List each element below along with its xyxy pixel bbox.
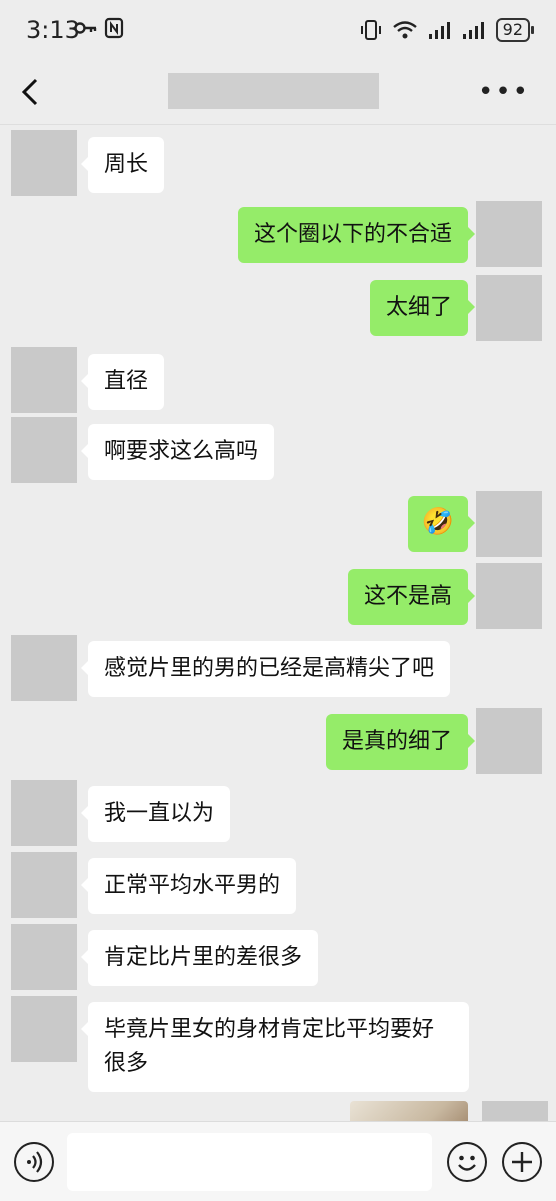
key-icon — [74, 22, 97, 34]
message-bubble-incoming[interactable]: 我一直以为 — [80, 786, 231, 842]
nfc-icon — [104, 17, 124, 39]
message-bubble-outgoing[interactable]: 🤣 — [407, 496, 476, 552]
message-bubble-outgoing[interactable]: 太细了 — [369, 280, 476, 336]
chat-header: ••• — [0, 62, 556, 125]
message-bubble-outgoing[interactable]: 这不是高 — [347, 569, 476, 625]
status-bar: 3:13 92 — [0, 0, 556, 62]
contact-avatar[interactable] — [11, 996, 77, 1062]
rofl-emoji-icon: 🤣 — [421, 507, 454, 537]
message-bubble-incoming[interactable]: 肯定比片里的差很多 — [80, 930, 319, 986]
vibrate-icon — [360, 20, 381, 40]
message-bubble-incoming[interactable]: 感觉片里的男的已经是高精尖了吧 — [80, 641, 451, 697]
voice-icon[interactable] — [14, 1142, 54, 1182]
contact-avatar[interactable] — [11, 130, 77, 196]
message-bubble-outgoing[interactable]: 这个圈以下的不合适 — [237, 207, 476, 263]
emoji-icon[interactable] — [447, 1142, 487, 1182]
message-bubble-incoming[interactable]: 周长 — [80, 137, 165, 193]
contact-avatar[interactable] — [11, 417, 77, 483]
status-time: 3:13 — [26, 16, 80, 44]
contact-avatar[interactable] — [11, 852, 77, 918]
contact-avatar[interactable] — [11, 780, 77, 846]
message-bubble-outgoing[interactable]: 是真的细了 — [325, 714, 476, 770]
my-avatar[interactable] — [476, 275, 542, 341]
chevron-left-icon[interactable] — [16, 74, 46, 110]
my-avatar[interactable] — [476, 563, 542, 629]
input-bar — [0, 1121, 556, 1201]
chat-title-redacted — [168, 73, 379, 109]
signal-icon — [428, 22, 450, 39]
contact-avatar[interactable] — [11, 924, 77, 990]
message-bubble-incoming[interactable]: 直径 — [80, 354, 165, 410]
my-avatar[interactable] — [476, 201, 542, 267]
image-message[interactable] — [350, 1101, 468, 1121]
signal-icon — [462, 22, 484, 39]
message-input[interactable] — [67, 1133, 432, 1191]
message-list[interactable]: 周长 这个圈以下的不合适 太细了 直径 啊要求这么高吗 🤣 这不是高 感觉片里的… — [0, 125, 556, 1121]
more-icon[interactable]: ••• — [478, 77, 530, 107]
message-bubble-incoming[interactable]: 正常平均水平男的 — [80, 858, 297, 914]
message-bubble-incoming[interactable]: 毕竟片里女的身材肯定比平均要好很多 — [81, 1002, 469, 1092]
battery-icon: 92 — [495, 18, 535, 42]
my-avatar[interactable] — [476, 708, 542, 774]
my-avatar[interactable] — [482, 1101, 548, 1121]
wifi-icon — [392, 21, 417, 39]
contact-avatar[interactable] — [11, 347, 77, 413]
contact-avatar[interactable] — [11, 635, 77, 701]
plus-icon[interactable] — [502, 1142, 542, 1182]
my-avatar[interactable] — [476, 491, 542, 557]
message-bubble-incoming[interactable]: 啊要求这么高吗 — [80, 424, 275, 480]
